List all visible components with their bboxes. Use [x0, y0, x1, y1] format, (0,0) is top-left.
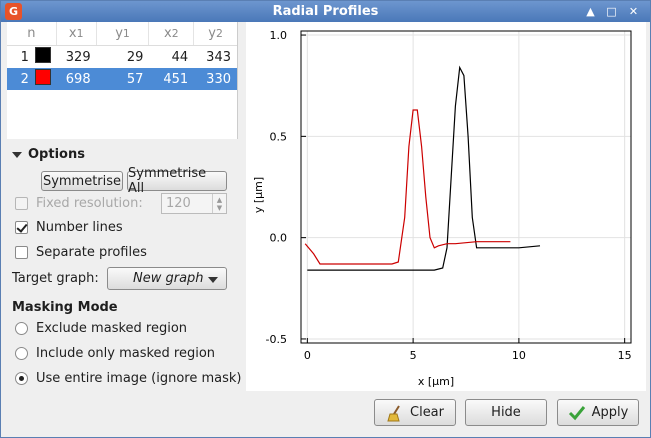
cell-y1: 29 [126, 49, 144, 65]
title-bar[interactable]: G Radial Profiles ▲ □ ✕ [1, 1, 650, 22]
header-x1[interactable]: x1 [57, 22, 97, 45]
expander-arrow-icon [12, 151, 22, 158]
exclude-masked-radio[interactable] [15, 322, 28, 335]
hide-button[interactable]: Hide [465, 399, 547, 426]
maximize-icon[interactable]: □ [604, 4, 619, 19]
number-lines-checkbox[interactable] [15, 221, 28, 234]
symmetrise-all-button[interactable]: Symmetrise All [127, 166, 227, 196]
cell-y1: 57 [126, 71, 144, 87]
y-tick-label: 0.0 [270, 232, 288, 245]
cell-y2: 343 [206, 49, 231, 65]
header-y2[interactable]: y2 [194, 22, 237, 45]
header-n[interactable]: n [7, 22, 57, 45]
symmetrise-button[interactable]: Symmetrise [41, 171, 123, 191]
options-expander[interactable]: Options [12, 147, 85, 162]
profile-graph[interactable]: 0 5 10 15 1.0 0.5 0.0 -0.5 x [µm] y [µm] [246, 22, 646, 391]
number-lines-label: Number lines [36, 220, 123, 235]
profile-chart: 0 5 10 15 1.0 0.5 0.0 -0.5 x [µm] y [µm] [252, 29, 632, 388]
table-row[interactable]: 1 329 29 44 343 [7, 46, 237, 68]
row-number: 2 [20, 71, 29, 87]
x-axis-label: x [µm] [418, 375, 454, 388]
include-masked-label: Include only masked region [36, 346, 216, 361]
x-tick-label: 15 [618, 349, 632, 362]
header-y1[interactable]: y1 [97, 22, 150, 45]
dropdown-arrow-icon [208, 277, 218, 283]
header-x2[interactable]: x2 [149, 22, 195, 45]
check-icon [568, 405, 585, 420]
cell-x2: 451 [163, 71, 189, 87]
masking-mode-heading: Masking Mode [12, 300, 118, 315]
x-tick-label: 5 [410, 349, 417, 362]
line-color-swatch[interactable] [34, 47, 51, 63]
y-axis-label: y [µm] [252, 177, 265, 213]
row-number: 1 [20, 49, 29, 65]
spin-arrows-icon[interactable]: ▲ ▼ [212, 194, 226, 213]
radial-profiles-window: G Radial Profiles ▲ □ ✕ n x1 y1 x2 y2 1 … [0, 0, 651, 438]
x-tick-label: 0 [304, 349, 311, 362]
x-tick-label: 10 [512, 349, 526, 362]
plot-frame [300, 30, 632, 344]
table-header: n x1 y1 x2 y2 [7, 22, 237, 46]
cell-x1: 698 [65, 71, 91, 87]
entire-image-label: Use entire image (ignore mask) [36, 371, 242, 386]
fixed-resolution-label: Fixed resolution: [36, 196, 143, 211]
separate-profiles-label: Separate profiles [36, 245, 147, 260]
target-graph-combo[interactable]: New graph [107, 267, 227, 290]
target-graph-label: Target graph: [12, 271, 99, 286]
y-tick-label: 1.0 [270, 29, 288, 42]
exclude-masked-label: Exclude masked region [36, 321, 188, 336]
table-row[interactable]: 2 698 57 451 330 [7, 68, 237, 90]
cell-x2: 44 [171, 49, 189, 65]
clear-button[interactable]: Clear [374, 399, 456, 426]
apply-button[interactable]: Apply [557, 399, 639, 426]
entire-image-radio[interactable] [15, 372, 28, 385]
fixed-resolution-checkbox[interactable] [15, 197, 28, 210]
fixed-resolution-spinbox[interactable]: 120 ▲ ▼ [161, 193, 227, 214]
window-title: Radial Profiles [272, 4, 379, 19]
profile-line-2 [304, 109, 511, 265]
separate-profiles-checkbox[interactable] [15, 246, 28, 259]
close-icon[interactable]: ✕ [626, 4, 641, 19]
keep-above-icon[interactable]: ▲ [583, 4, 598, 19]
y-tick-label: -0.5 [266, 333, 287, 346]
line-color-swatch[interactable] [34, 69, 51, 85]
y-tick-label: 0.5 [270, 130, 288, 143]
lines-table[interactable]: n x1 y1 x2 y2 1 329 29 44 343 2 698 57 4… [7, 22, 238, 139]
broom-icon [387, 404, 400, 421]
cell-x1: 329 [65, 49, 91, 65]
cell-y2: 330 [206, 71, 231, 87]
include-masked-radio[interactable] [15, 347, 28, 360]
